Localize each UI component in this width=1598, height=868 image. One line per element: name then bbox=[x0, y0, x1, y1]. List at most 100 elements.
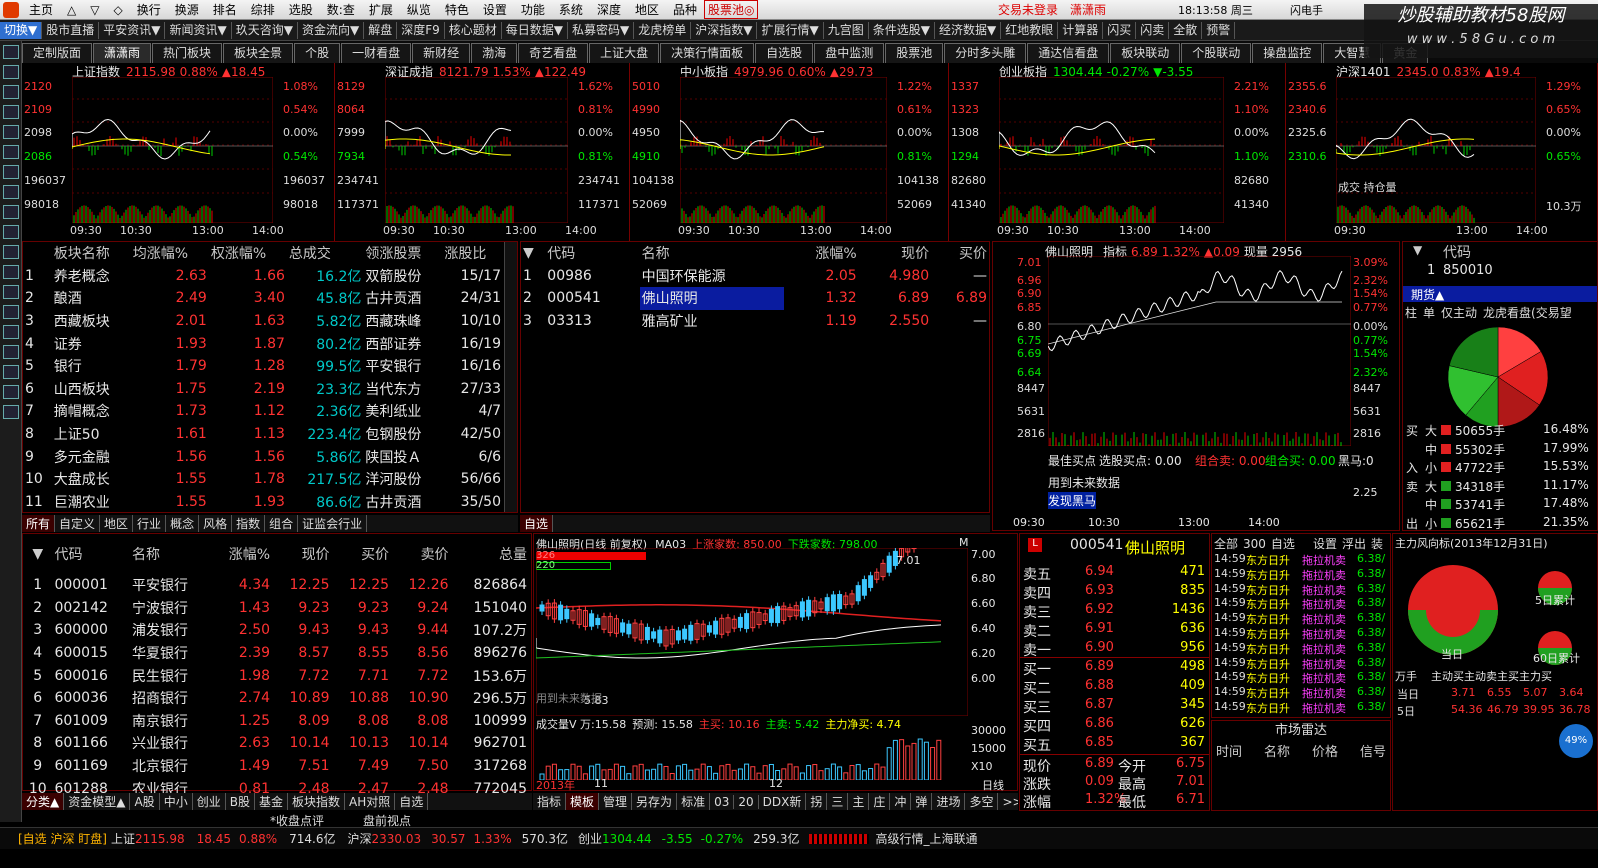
ticks-tab-5[interactable]: 装 bbox=[1371, 537, 1383, 551]
stock-tab-8[interactable]: AH对照 bbox=[345, 793, 396, 810]
ticks-tab-1[interactable]: 300 bbox=[1243, 537, 1266, 551]
kline-tool-14[interactable]: 进场 bbox=[932, 793, 966, 810]
sector-tab-0[interactable]: 所有 bbox=[22, 515, 56, 532]
watch-row[interactable]: 3 03313 雅高矿业 1.19 2.550 — bbox=[521, 310, 989, 333]
sector-col-1[interactable]: 均涨幅% bbox=[131, 242, 209, 265]
kline-tool-1[interactable]: 模板 bbox=[566, 793, 600, 810]
kline-tool-7[interactable]: DDX新 bbox=[759, 793, 807, 810]
sector-scrollbar[interactable] bbox=[504, 242, 517, 512]
ob-sell-price[interactable]: 6.94 bbox=[1085, 564, 1114, 579]
sector-col-2[interactable]: 权涨幅% bbox=[209, 242, 287, 265]
ticks-tab-4[interactable]: 浮出 bbox=[1342, 537, 1366, 551]
sort-icon[interactable]: ▼ bbox=[521, 242, 545, 265]
watch-row[interactable]: 2 000541 佛山照明 1.32 6.89 6.89 bbox=[521, 287, 989, 310]
stock-tab-5[interactable]: B股 bbox=[226, 793, 255, 810]
sector-row[interactable]: 8 上证50 1.61 1.13 223.4亿 包钢股份 42/50 bbox=[23, 423, 503, 446]
status-tag[interactable]: [自选 沪深 盯盘] bbox=[18, 830, 107, 847]
sector-col-0[interactable]: 板块名称 bbox=[52, 242, 131, 265]
f10-icon[interactable] bbox=[3, 205, 19, 219]
qh-tab-0[interactable]: 柱 bbox=[1405, 306, 1417, 320]
info-icon[interactable] bbox=[3, 245, 19, 259]
qh-tab-3[interactable]: 龙虎看盘(交易望 bbox=[1483, 306, 1572, 320]
sector-row[interactable]: 3 西藏板块 2.01 1.63 5.82亿 西藏珠峰 10/10 bbox=[23, 310, 503, 333]
tab-watchlist[interactable]: 自选 bbox=[520, 515, 554, 532]
kline-tool-9[interactable]: 三 bbox=[827, 793, 849, 810]
kline-tool-6[interactable]: 20 bbox=[734, 794, 759, 809]
ob-buy-price[interactable]: 6.85 bbox=[1085, 735, 1114, 750]
sector-row[interactable]: 9 多元金融 1.56 1.56 5.86亿 陕国投Ａ 6/6 bbox=[23, 445, 503, 468]
kline-tool-5[interactable]: 03 bbox=[710, 794, 735, 809]
sector-row[interactable]: 4 证券 1.93 1.87 80.2亿 西部证券 16/19 bbox=[23, 332, 503, 355]
sector-row[interactable]: 5 银行 1.79 1.28 99.5亿 平安银行 16/16 bbox=[23, 355, 503, 378]
ob-sell-price[interactable]: 6.92 bbox=[1085, 602, 1114, 617]
sector-col-4[interactable]: 领涨股票 bbox=[363, 242, 442, 265]
minichart-4[interactable]: 沪深1401 2345.0 0.83% ▲19.4 2355.6 2340.6 2325.6… bbox=[1286, 63, 1598, 241]
watch-row[interactable]: 1 00986 中国环保能源 2.05 4.980 — bbox=[521, 265, 989, 288]
chart-icon[interactable] bbox=[3, 145, 19, 159]
stock-row[interactable]: 4 600015 华夏银行 2.39 8.57 8.55 8.56 896276 bbox=[23, 642, 529, 665]
stock-row[interactable]: 6 600036 招商银行 2.74 10.89 10.88 10.90 296.5万 bbox=[23, 687, 529, 710]
sector-row[interactable]: 6 山西板块 1.75 2.19 23.3亿 当代东方 27/33 bbox=[23, 378, 503, 401]
qh-tag[interactable]: 期货▲ bbox=[1403, 286, 1597, 302]
table-icon[interactable] bbox=[3, 165, 19, 179]
calendar-icon[interactable] bbox=[3, 325, 19, 339]
stock-col-1[interactable]: 名称 bbox=[130, 534, 211, 574]
qh-code-header[interactable]: 代码 bbox=[1443, 242, 1471, 262]
minichart-1[interactable]: 深证成指 8121.79 1.53% ▲122.49 8129 8064 7999 7934 2… bbox=[335, 63, 630, 241]
stock-col-3[interactable]: 现价 bbox=[272, 534, 332, 574]
kline-period[interactable]: 日线 bbox=[982, 777, 1004, 793]
kline-tool-4[interactable]: 标准 bbox=[677, 793, 711, 810]
kline-icon[interactable] bbox=[3, 185, 19, 199]
money-icon[interactable] bbox=[3, 345, 19, 359]
sector-row[interactable]: 2 酿酒 2.49 3.40 45.8亿 古井贡酒 24/31 bbox=[23, 287, 503, 310]
qh-tab-1[interactable]: 单 bbox=[1423, 306, 1435, 320]
progress-badge[interactable]: 49% bbox=[1559, 724, 1593, 758]
down-arrow-icon[interactable] bbox=[3, 85, 19, 99]
watch-col-3[interactable]: 现价 bbox=[859, 242, 931, 265]
stock-tab-0[interactable]: 分类▲ bbox=[22, 793, 65, 810]
ticks-tab-3[interactable]: 设置 bbox=[1313, 537, 1337, 551]
trend-icon[interactable] bbox=[3, 365, 19, 379]
watch-col-0[interactable]: 代码 bbox=[545, 242, 639, 265]
fre-icon[interactable] bbox=[3, 265, 19, 279]
sector-col-3[interactable]: 总成交 bbox=[287, 242, 363, 265]
ticks-tab-0[interactable]: 全部 bbox=[1214, 537, 1238, 551]
ob-buy-price[interactable]: 6.86 bbox=[1085, 716, 1114, 731]
stock-col-2[interactable]: 涨幅% bbox=[211, 534, 272, 574]
kline-tool-11[interactable]: 庄 bbox=[869, 793, 891, 810]
up-arrow-icon[interactable] bbox=[3, 65, 19, 79]
people-icon[interactable] bbox=[3, 385, 19, 399]
stock-tab-9[interactable]: 自选 bbox=[395, 793, 429, 810]
ob-buy-price[interactable]: 6.88 bbox=[1085, 678, 1114, 693]
sector-tab-5[interactable]: 风格 bbox=[199, 515, 233, 532]
stock-row[interactable]: 8 601166 兴业银行 2.63 10.14 10.13 10.14 962701 bbox=[23, 732, 529, 755]
stock-col-5[interactable]: 卖价 bbox=[391, 534, 451, 574]
kline-tool-12[interactable]: 冲 bbox=[890, 793, 912, 810]
news-icon[interactable] bbox=[3, 225, 19, 239]
search-icon[interactable] bbox=[3, 285, 19, 299]
ob-buy-price[interactable]: 6.89 bbox=[1085, 659, 1114, 674]
ob-sell-price[interactable]: 6.91 bbox=[1085, 621, 1114, 636]
ticks-tab-2[interactable]: 自选 bbox=[1271, 537, 1295, 551]
stock-tab-6[interactable]: 基金 bbox=[255, 793, 288, 810]
kline-tool-16[interactable]: >> bbox=[998, 795, 1018, 809]
sector-tab-2[interactable]: 地区 bbox=[100, 515, 134, 532]
sector-row[interactable]: 10 大盘成长 1.55 1.78 217.5亿 洋河股份 56/66 bbox=[23, 468, 503, 491]
kline-tool-3[interactable]: 另存为 bbox=[632, 793, 678, 810]
stock-row[interactable]: 1 000001 平安银行 4.34 12.25 12.25 12.26 826864 bbox=[23, 574, 529, 597]
stock-tab-2[interactable]: A股 bbox=[130, 793, 160, 810]
minichart-0[interactable]: 上证指数 2115.98 0.88% ▲18.45 2120 2109 2098 2086 19… bbox=[22, 63, 335, 241]
sector-col-5[interactable]: 涨股比 bbox=[442, 242, 503, 265]
kline-tool-8[interactable]: 拐 bbox=[806, 793, 828, 810]
stock-sort-icon[interactable]: ▼ bbox=[23, 534, 52, 574]
kline-tool-10[interactable]: 主 bbox=[848, 793, 870, 810]
qh-code[interactable]: 850010 bbox=[1443, 263, 1493, 278]
sector-tab-1[interactable]: 自定义 bbox=[55, 515, 101, 532]
kline-tool-15[interactable]: 多空 bbox=[965, 793, 999, 810]
watch-col-2[interactable]: 涨幅% bbox=[784, 242, 858, 265]
sector-tab-6[interactable]: 指数 bbox=[232, 515, 266, 532]
stock-row[interactable]: 9 601169 北京银行 1.49 7.51 7.49 7.50 317268 bbox=[23, 755, 529, 778]
grid-icon[interactable] bbox=[3, 125, 19, 139]
kline-tool-13[interactable]: 弹 bbox=[911, 793, 933, 810]
qh-tab-2[interactable]: 仅主动 bbox=[1441, 306, 1477, 320]
